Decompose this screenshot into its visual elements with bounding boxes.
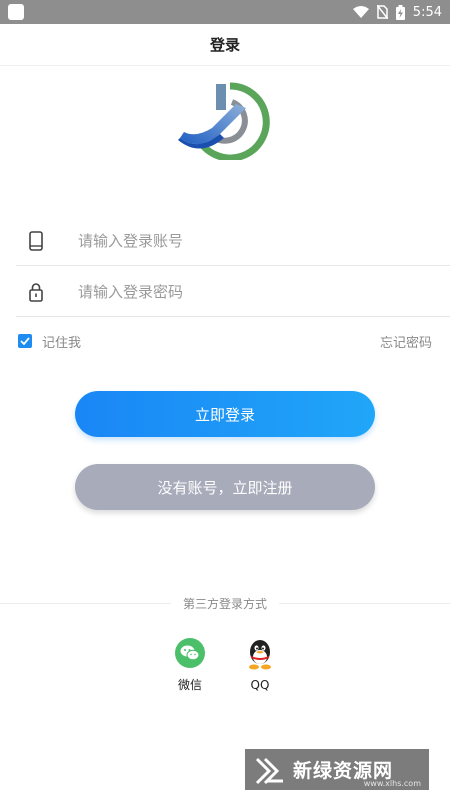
no-sim-icon <box>376 5 388 19</box>
third-party-title: 第三方登录方式 <box>183 596 268 611</box>
password-input[interactable] <box>78 282 398 301</box>
password-field-row <box>16 267 450 317</box>
status-indicators: 5:54 <box>352 0 442 24</box>
register-button[interactable]: 没有账号，立即注册 <box>75 464 375 510</box>
forgot-password-link[interactable]: 忘记密码 <box>380 332 432 351</box>
qq-login[interactable]: QQ <box>230 638 290 692</box>
qq-icon <box>249 640 271 670</box>
watermark: 新绿资源网 www.xlhs.com <box>245 749 429 790</box>
wechat-login[interactable]: 微信 <box>160 638 220 693</box>
status-bar: 5:54 <box>0 0 450 24</box>
wifi-icon <box>352 6 369 18</box>
app-logo <box>178 82 270 160</box>
watermark-url: www.xlhs.com <box>363 779 421 788</box>
remember-label: 记住我 <box>42 335 82 351</box>
page-title: 登录 <box>209 36 240 54</box>
title-bar: 登录 <box>0 24 450 66</box>
phone-icon <box>16 230 56 251</box>
login-options: 记住我 忘记密码 <box>18 330 432 352</box>
wechat-label: 微信 <box>177 678 202 692</box>
lock-icon <box>16 282 56 302</box>
remember-checkbox[interactable] <box>18 334 32 348</box>
login-button[interactable]: 立即登录 <box>75 391 375 437</box>
account-field-row <box>16 216 450 266</box>
watermark-logo-icon <box>255 757 283 784</box>
qq-label: QQ <box>250 678 270 692</box>
account-input[interactable] <box>78 231 398 250</box>
divider-line-right <box>279 602 450 604</box>
third-party-divider: 第三方登录方式 <box>0 592 450 614</box>
app-notification-icon <box>8 4 24 20</box>
check-icon <box>20 337 30 345</box>
remember-me[interactable]: 记住我 <box>18 332 81 351</box>
wechat-icon <box>175 638 205 668</box>
battery-charging-icon <box>395 4 405 20</box>
status-time: 5:54 <box>412 4 442 20</box>
divider-line-left <box>0 602 171 604</box>
